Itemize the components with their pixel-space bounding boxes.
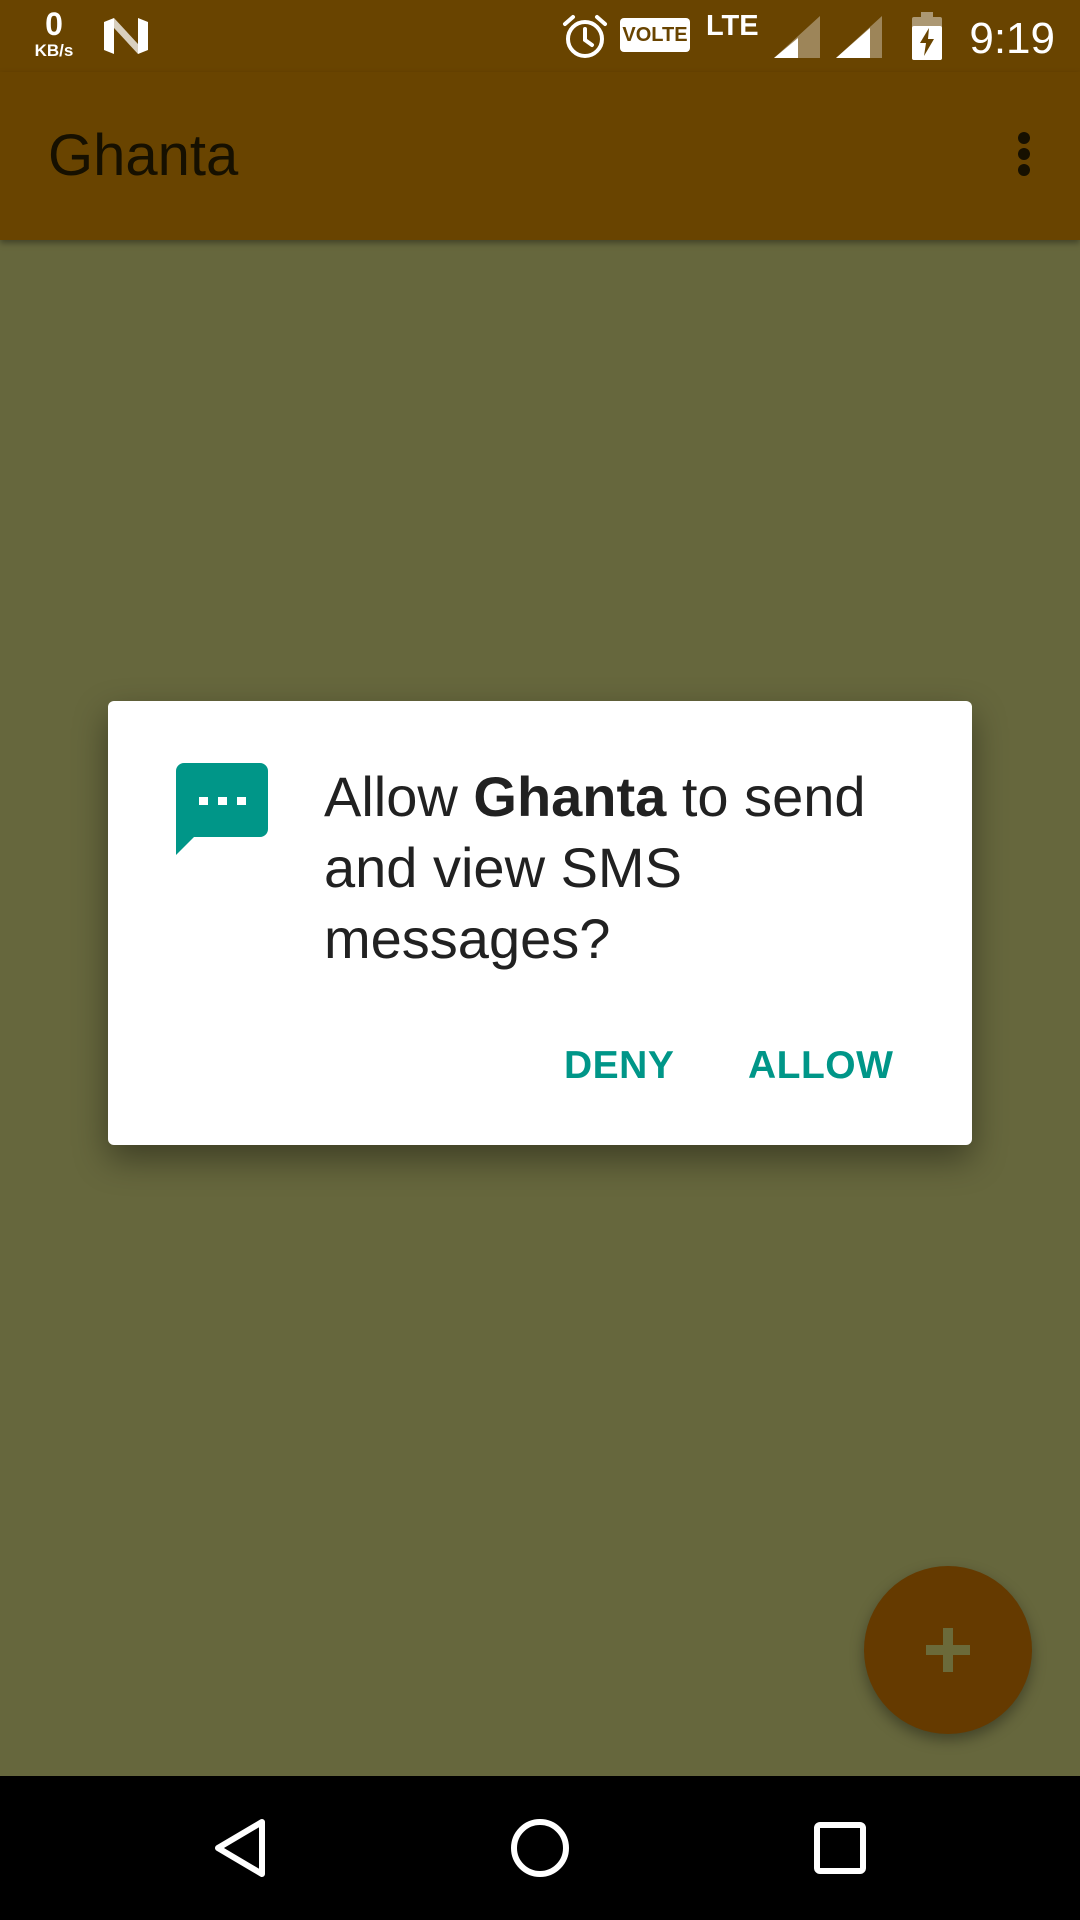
recents-icon[interactable] — [790, 1798, 890, 1898]
n-logo-icon — [104, 18, 148, 54]
back-icon[interactable] — [190, 1798, 290, 1898]
network-speed-unit: KB/s — [34, 41, 74, 60]
app-bar: Ghanta — [0, 72, 1080, 240]
dialog-message: Allow Ghanta to send and view SMS messag… — [324, 761, 924, 974]
status-bar: 0 KB/s VOLTE LTE 9:19 — [0, 0, 1080, 72]
network-speed-value: 0 — [45, 6, 63, 42]
battery-charging-icon — [912, 12, 942, 60]
signal-icon — [774, 16, 820, 58]
plus-icon — [926, 1628, 970, 1672]
dialog-message-prefix: Allow — [324, 765, 474, 828]
add-fab-button[interactable] — [864, 1566, 1032, 1734]
allow-button[interactable]: ALLOW — [732, 1031, 909, 1101]
sms-message-icon — [176, 763, 268, 855]
network-speed: 0 KB/s — [26, 8, 82, 59]
lte-label: LTE — [706, 10, 759, 42]
more-options-button[interactable] — [988, 118, 1060, 190]
app-title: Ghanta — [48, 123, 239, 188]
alarm-icon — [563, 15, 607, 58]
dialog-app-name: Ghanta — [473, 765, 667, 828]
navigation-bar — [0, 1776, 1080, 1920]
signal-icon — [836, 16, 882, 58]
status-time: 9:19 — [969, 14, 1055, 63]
home-icon[interactable] — [490, 1798, 590, 1898]
permission-dialog: Allow Ghanta to send and view SMS messag… — [108, 701, 972, 1145]
deny-button[interactable]: DENY — [548, 1031, 690, 1101]
volte-badge: VOLTE — [620, 18, 690, 52]
